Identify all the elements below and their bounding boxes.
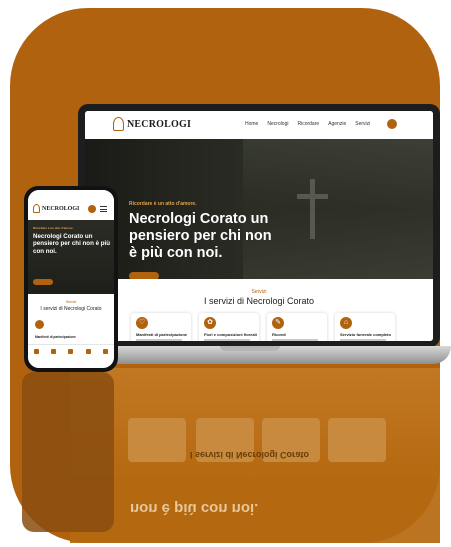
laptop-mockup: NECROLOGI Home Necrologi Ricordare Agenz… <box>78 104 440 347</box>
service-card-title: Ricordi <box>272 332 286 337</box>
services-title: I servizi di Necrologi Corato <box>203 296 315 306</box>
phone-services: Servizi I servizi di Necrologi Corato Ma… <box>28 294 114 368</box>
text-line <box>204 339 250 341</box>
logo-text: NECROLOGI <box>127 118 192 130</box>
reflection-hero-title: non è più con noi. <box>130 500 259 517</box>
phone-reflection <box>22 372 114 532</box>
services-eyebrow: Servizi <box>251 289 267 295</box>
service-card[interactable]: ✎ Ricordi <box>267 313 327 341</box>
candle-icon <box>113 117 124 131</box>
site-header: NECROLOGI Home Necrologi Ricordare Agenz… <box>85 111 433 140</box>
service-card[interactable]: ✿ Fiori e composizioni floreali <box>199 313 259 341</box>
text-line <box>272 339 318 341</box>
reflection-services-title: I servizi di Necrologi Corato <box>190 450 310 460</box>
service-card[interactable]: ♡ Manifesti di partecipazione <box>131 313 191 341</box>
nav-link-servizi[interactable]: Servizi <box>355 121 370 127</box>
tab-agenzie[interactable] <box>85 349 91 355</box>
candle-icon <box>33 204 40 213</box>
phone-hero-pretitle: Ricordare è un atto d'amore. <box>33 226 74 230</box>
hero-section: Ricordare è un atto d'amore. Necrologi C… <box>85 139 433 280</box>
services-section: Servizi I servizi di Necrologi Corato ♡ … <box>85 279 433 341</box>
laptop-screen: NECROLOGI Home Necrologi Ricordare Agenz… <box>85 111 433 341</box>
tab-necrologi[interactable] <box>51 349 57 355</box>
phone-services-title: I servizi di Necrologi Corato <box>40 306 102 312</box>
service-card-title: Manifesti di partecipazione <box>136 332 188 337</box>
tab-home[interactable] <box>34 349 40 355</box>
tab-ricordare[interactable] <box>68 349 74 355</box>
phone-services-eyebrow: Servizi <box>65 300 77 304</box>
hero-pretitle: Ricordare è un atto d'amore. <box>129 201 197 207</box>
pen-icon: ✎ <box>272 317 284 329</box>
phone-logo[interactable]: NECROLOGI <box>33 204 79 213</box>
text-line <box>340 339 386 341</box>
service-card-title: Servizio funerale completo <box>340 332 391 337</box>
phone-screen: NECROLOGI Ricordare è un atto d'amore. N… <box>28 190 114 368</box>
main-nav: Home Necrologi Ricordare Agenzie Servizi <box>245 121 370 127</box>
nav-link-home[interactable]: Home <box>245 121 258 127</box>
phone-mockup: NECROLOGI Ricordare è un atto d'amore. N… <box>24 186 118 372</box>
heart-icon: ♡ <box>136 317 148 329</box>
home-icon: ⌂ <box>340 317 352 329</box>
phone-card-title: Manifesti di partecipazione <box>35 335 76 339</box>
phone-cta-button[interactable] <box>33 279 53 285</box>
heart-icon <box>35 320 44 329</box>
phone-header: NECROLOGI <box>28 190 114 220</box>
phone-hero: Ricordare è un atto d'amore. Necrologi C… <box>28 220 114 294</box>
building-icon <box>85 349 91 354</box>
nav-link-necrologi[interactable]: Necrologi <box>267 121 288 127</box>
cross-bar <box>297 194 328 199</box>
list-icon <box>51 349 57 354</box>
site-logo[interactable]: NECROLOGI <box>113 117 191 131</box>
nav-link-agenzie[interactable]: Agenzie <box>328 121 346 127</box>
home-icon <box>34 349 40 354</box>
heart-icon <box>68 349 74 354</box>
reflection-card <box>128 418 186 462</box>
nav-link-ricordare[interactable]: Ricordare <box>297 121 319 127</box>
tab-servizi[interactable] <box>102 349 108 355</box>
search-icon[interactable] <box>88 205 96 213</box>
phone-hero-title: Necrologi Corato un pensiero per chi non… <box>33 233 111 255</box>
service-card-title: Fiori e composizioni floreali <box>204 332 257 337</box>
text-line <box>136 339 182 341</box>
phone-logo-text: NECROLOGI <box>42 205 80 212</box>
hamburger-menu-icon[interactable] <box>100 206 107 212</box>
laptop-base-notch <box>220 346 280 351</box>
cross-icon <box>310 179 315 239</box>
reflection-card <box>328 418 386 462</box>
search-icon[interactable] <box>387 119 397 129</box>
service-card[interactable]: ⌂ Servizio funerale completo <box>335 313 395 341</box>
phone-tab-bar <box>28 344 114 366</box>
hero-title: Necrologi Corato un pensiero per chi non… <box>129 211 272 261</box>
flower-icon: ✿ <box>204 317 216 329</box>
grid-icon <box>102 349 108 354</box>
